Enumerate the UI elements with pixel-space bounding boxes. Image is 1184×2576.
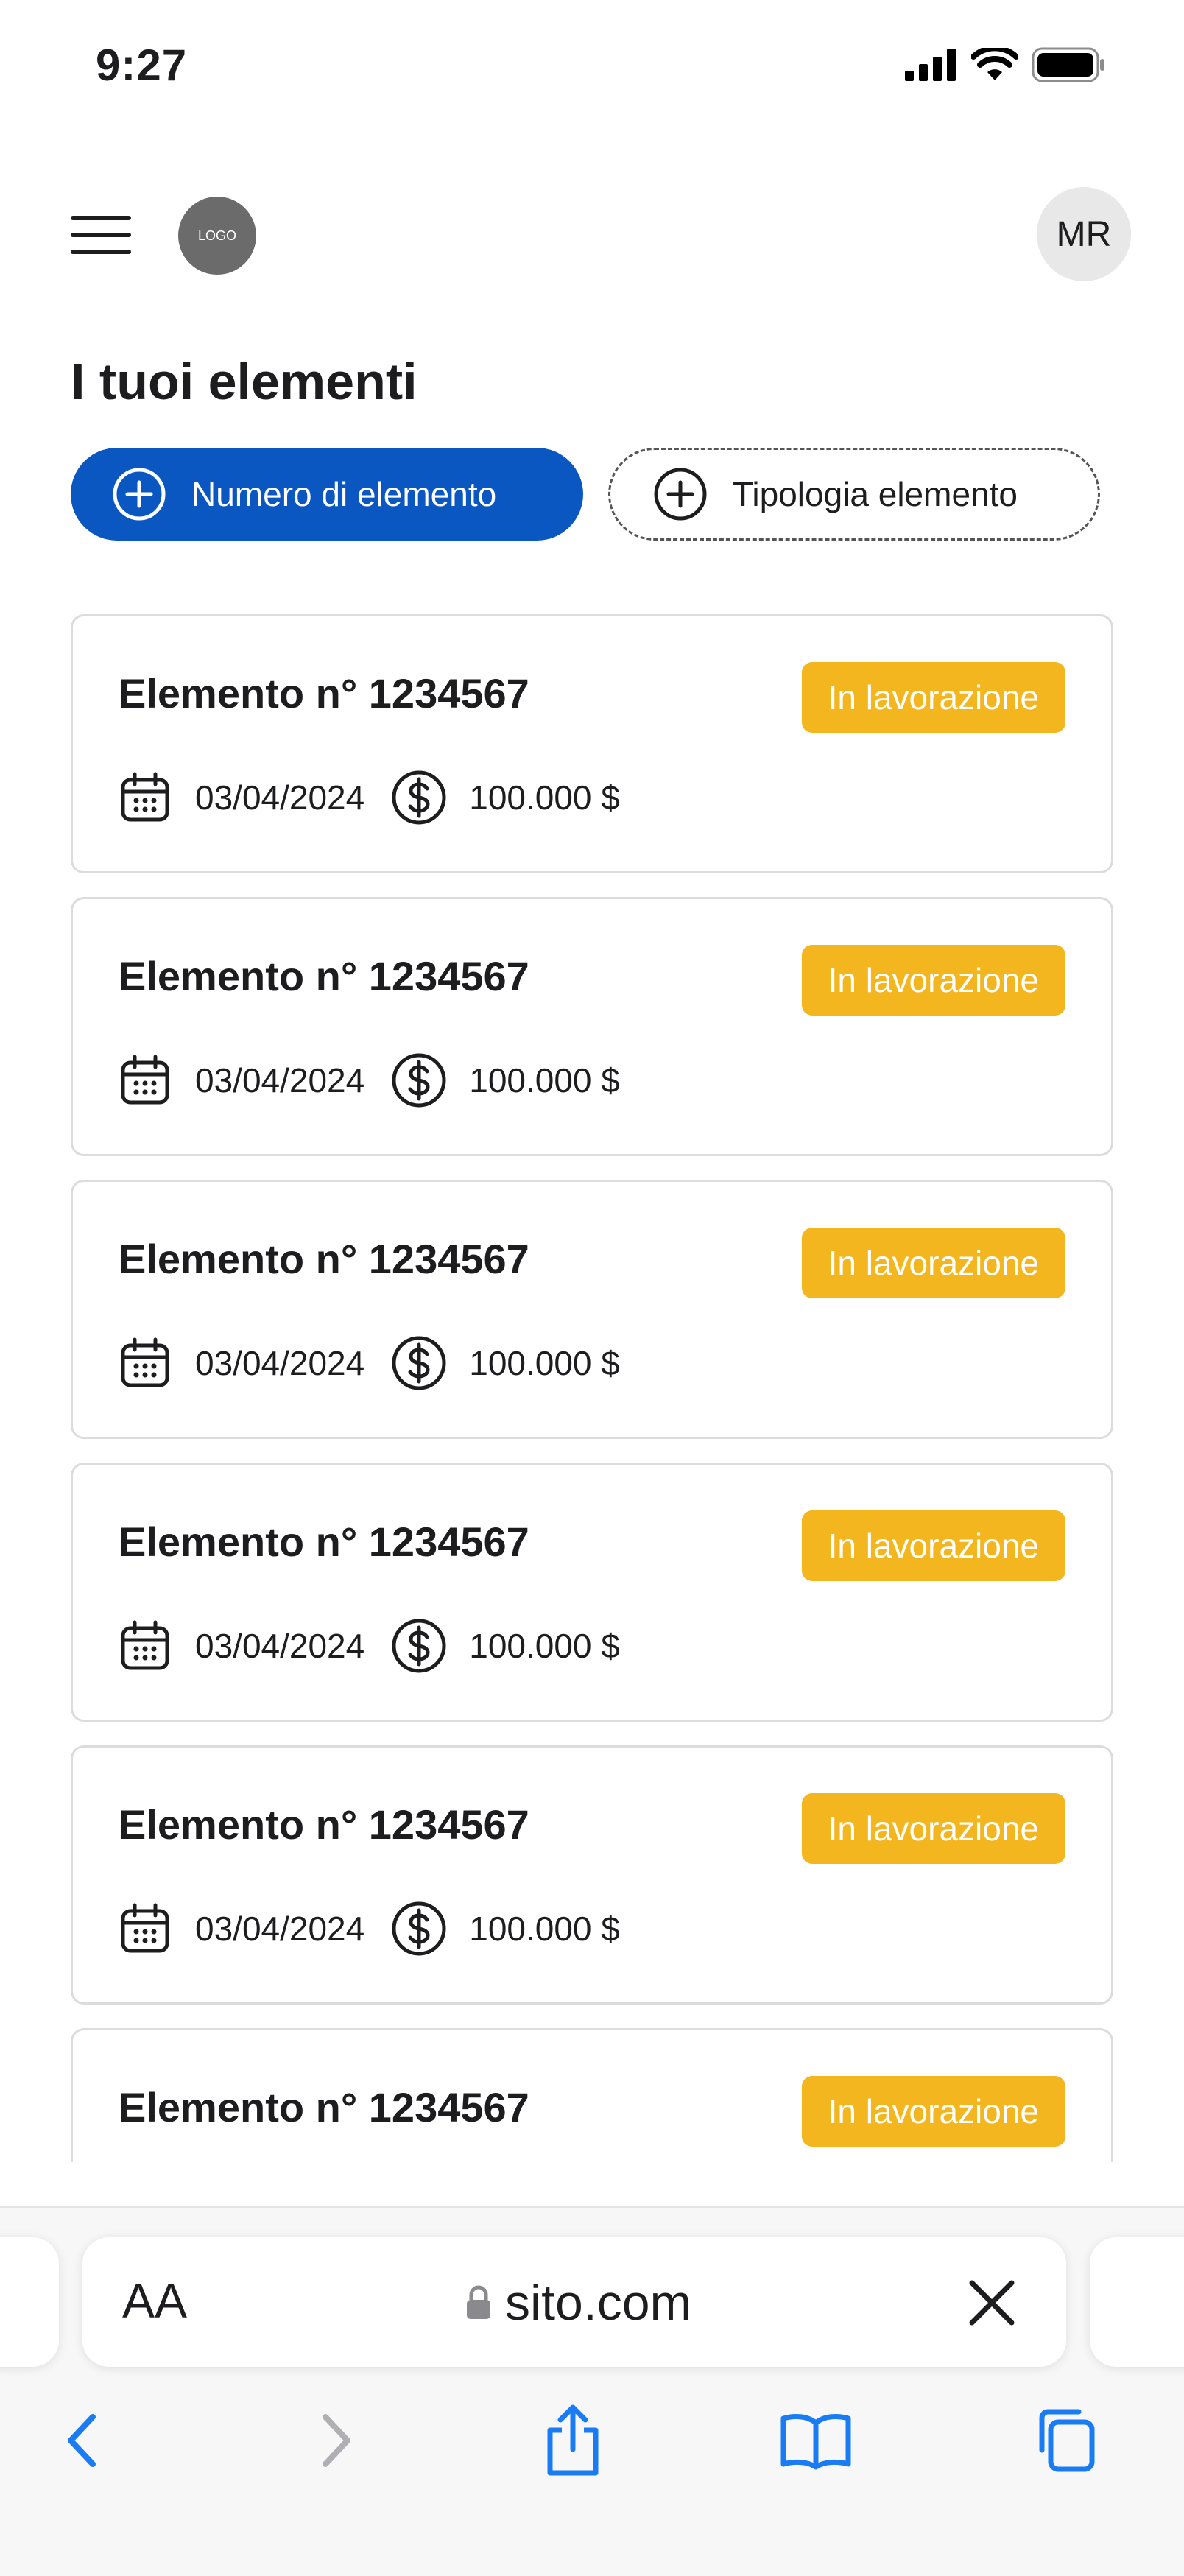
signal-icon xyxy=(905,49,956,81)
status-badge: In lavorazione xyxy=(801,1228,1065,1298)
calendar-icon xyxy=(121,1337,169,1387)
item-amount: 100.000 $ xyxy=(469,1344,620,1382)
tabs-button[interactable] xyxy=(1019,2396,1107,2485)
item-meta: 03/04/2024 100.000 $ xyxy=(119,770,620,826)
item-date: 03/04/2024 xyxy=(195,1627,365,1665)
share-button[interactable] xyxy=(529,2396,617,2485)
list-item[interactable]: Elemento n° 1234567 In lavorazione 03/04… xyxy=(71,614,1113,873)
menu-icon[interactable] xyxy=(71,216,131,254)
status-badge: In lavorazione xyxy=(801,662,1065,733)
status-badge: In lavorazione xyxy=(801,945,1065,1016)
status-badge: In lavorazione xyxy=(801,1510,1065,1581)
status-badge: In lavorazione xyxy=(801,2076,1065,2147)
status-icons xyxy=(905,47,1107,82)
lock-icon xyxy=(467,2285,490,2319)
item-meta: 03/04/2024 100.000 $ xyxy=(119,1618,620,1674)
item-title: Elemento n° 1234567 xyxy=(119,1518,529,1565)
dollar-icon xyxy=(392,1336,446,1390)
item-amount: 100.000 $ xyxy=(469,1627,620,1665)
address-bar[interactable]: AA sito.com xyxy=(82,2237,1066,2367)
list-item[interactable]: Elemento n° 1234567 In lavorazione 03/04… xyxy=(71,1745,1113,2005)
wifi-icon xyxy=(971,48,1018,80)
filter-element-type-button[interactable]: Tipologia elemento xyxy=(608,448,1100,541)
items-list[interactable]: Elemento n° 1234567 In lavorazione 03/04… xyxy=(0,604,1184,2162)
url-text: sito.com xyxy=(505,2275,692,2331)
list-item[interactable]: Elemento n° 1234567 In lavorazione 03/04… xyxy=(71,897,1113,1156)
next-tab-pill[interactable] xyxy=(1090,2237,1184,2367)
logo: LOGO xyxy=(178,197,256,275)
text-size-button[interactable]: AA xyxy=(122,2273,187,2329)
calendar-icon xyxy=(121,772,169,822)
previous-tab-pill[interactable] xyxy=(0,2237,59,2367)
item-title: Elemento n° 1234567 xyxy=(119,953,529,999)
item-meta: 03/04/2024 100.000 $ xyxy=(119,1052,620,1108)
item-date: 03/04/2024 xyxy=(195,1344,365,1382)
item-meta: 03/04/2024 100.000 $ xyxy=(119,1335,620,1391)
calendar-icon xyxy=(121,1903,169,1953)
dollar-icon xyxy=(392,1901,446,1956)
list-item[interactable]: Elemento n° 1234567 In lavorazione xyxy=(71,2028,1113,2162)
item-title: Elemento n° 1234567 xyxy=(119,1236,529,1282)
browser-nav xyxy=(0,2396,1184,2485)
item-title: Elemento n° 1234567 xyxy=(119,2084,529,2130)
item-amount: 100.000 $ xyxy=(469,1061,620,1099)
page-title: I tuoi elementi xyxy=(71,353,417,410)
item-amount: 100.000 $ xyxy=(469,1910,620,1948)
filter-element-number-label: Numero di elemento xyxy=(191,475,497,513)
back-button[interactable] xyxy=(38,2396,127,2485)
status-badge: In lavorazione xyxy=(801,1793,1065,1864)
text-size-label: AA xyxy=(122,2273,188,2328)
item-title: Elemento n° 1234567 xyxy=(119,1801,529,1848)
dollar-icon xyxy=(392,1619,446,1673)
item-date: 03/04/2024 xyxy=(195,778,365,817)
plus-circle-icon xyxy=(654,468,707,521)
status-bar: 9:27 xyxy=(0,0,1184,133)
dollar-icon xyxy=(392,770,446,825)
list-item[interactable]: Elemento n° 1234567 In lavorazione 03/04… xyxy=(71,1180,1113,1439)
list-item[interactable]: Elemento n° 1234567 In lavorazione 03/04… xyxy=(71,1463,1113,1722)
filter-element-number-button[interactable]: Numero di elemento xyxy=(71,448,583,541)
status-time: 9:27 xyxy=(96,41,188,90)
battery-icon xyxy=(1032,47,1104,82)
plus-circle-icon xyxy=(113,468,166,521)
calendar-icon xyxy=(121,1055,169,1105)
calendar-icon xyxy=(121,1620,169,1670)
share-icon xyxy=(547,2404,599,2476)
avatar[interactable]: MR xyxy=(1037,187,1131,281)
forward-button[interactable] xyxy=(292,2396,380,2485)
browser-toolbar: AA sito.com xyxy=(0,2206,1184,2576)
close-icon[interactable] xyxy=(966,2277,1018,2329)
item-meta: 03/04/2024 100.000 $ xyxy=(119,1901,620,1957)
filter-element-type-label: Tipologia elemento xyxy=(733,475,1018,513)
item-date: 03/04/2024 xyxy=(195,1910,365,1948)
item-amount: 100.000 $ xyxy=(469,778,620,817)
back-icon xyxy=(68,2414,96,2467)
bookmarks-icon xyxy=(780,2414,851,2470)
bookmarks-button[interactable] xyxy=(772,2396,860,2485)
item-date: 03/04/2024 xyxy=(195,1061,365,1099)
dollar-icon xyxy=(392,1053,446,1108)
tabs-icon xyxy=(1039,2409,1095,2472)
forward-icon xyxy=(323,2414,350,2467)
url-field[interactable]: sito.com xyxy=(465,2274,691,2332)
item-title: Elemento n° 1234567 xyxy=(119,670,529,717)
